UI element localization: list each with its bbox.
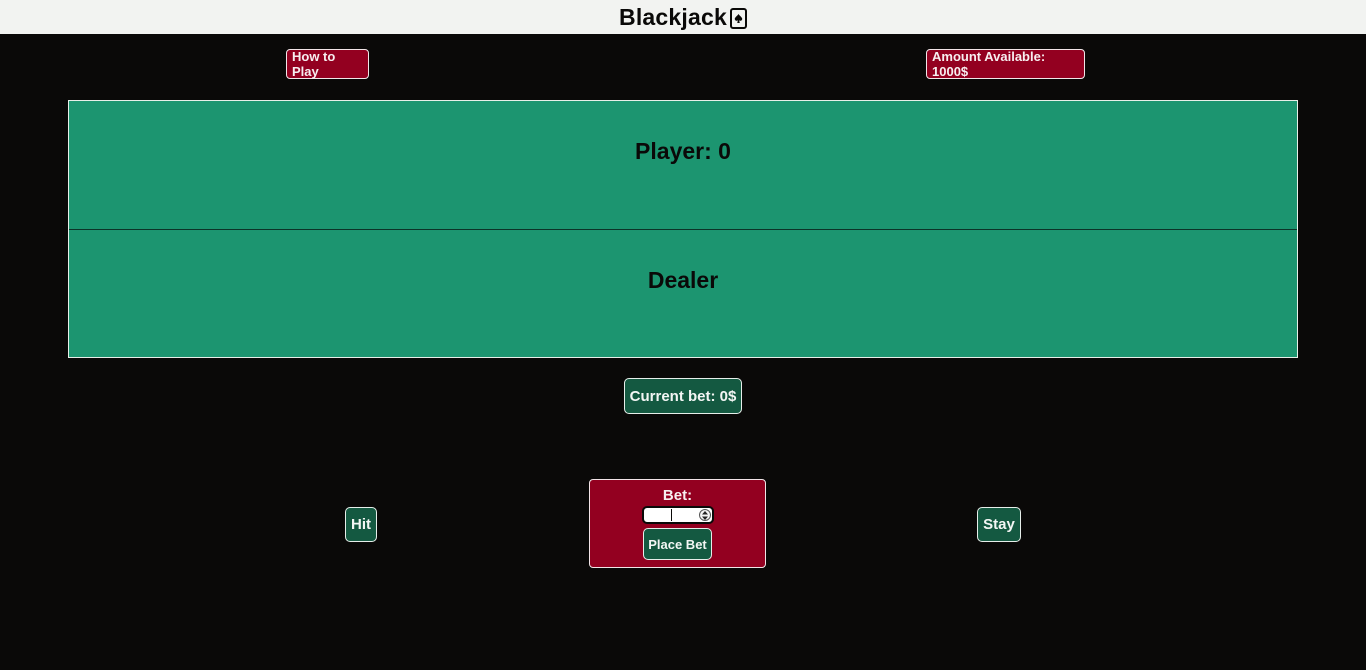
page-title: Blackjack (619, 3, 727, 30)
bet-label: Bet: (662, 487, 693, 504)
dealer-label: Dealer (647, 267, 719, 293)
text-caret (671, 509, 672, 521)
hit-button[interactable]: Hit (345, 507, 377, 542)
number-spinner[interactable] (699, 509, 711, 521)
place-bet-button[interactable]: Place Bet (643, 528, 712, 560)
header-bar: Blackjack (0, 0, 1366, 34)
table-divider (69, 229, 1297, 230)
game-table: Player: 0 Dealer (68, 100, 1298, 358)
how-to-play-button[interactable]: How to Play (286, 49, 369, 79)
current-bet-display: Current bet: 0$ (624, 378, 742, 414)
blackjack-page: Blackjack How to Play Amount Available: … (0, 0, 1366, 670)
spinner-arrows-icon (702, 510, 708, 520)
bet-panel: Bet: Place Bet (589, 479, 766, 568)
amount-available-display: Amount Available: 1000$ (926, 49, 1085, 79)
title-wrap: Blackjack (619, 4, 747, 31)
player-score-label: Player: 0 (635, 138, 731, 164)
spade-card-icon (729, 7, 747, 29)
bet-amount-field[interactable] (642, 506, 714, 524)
stay-button[interactable]: Stay (977, 507, 1021, 542)
